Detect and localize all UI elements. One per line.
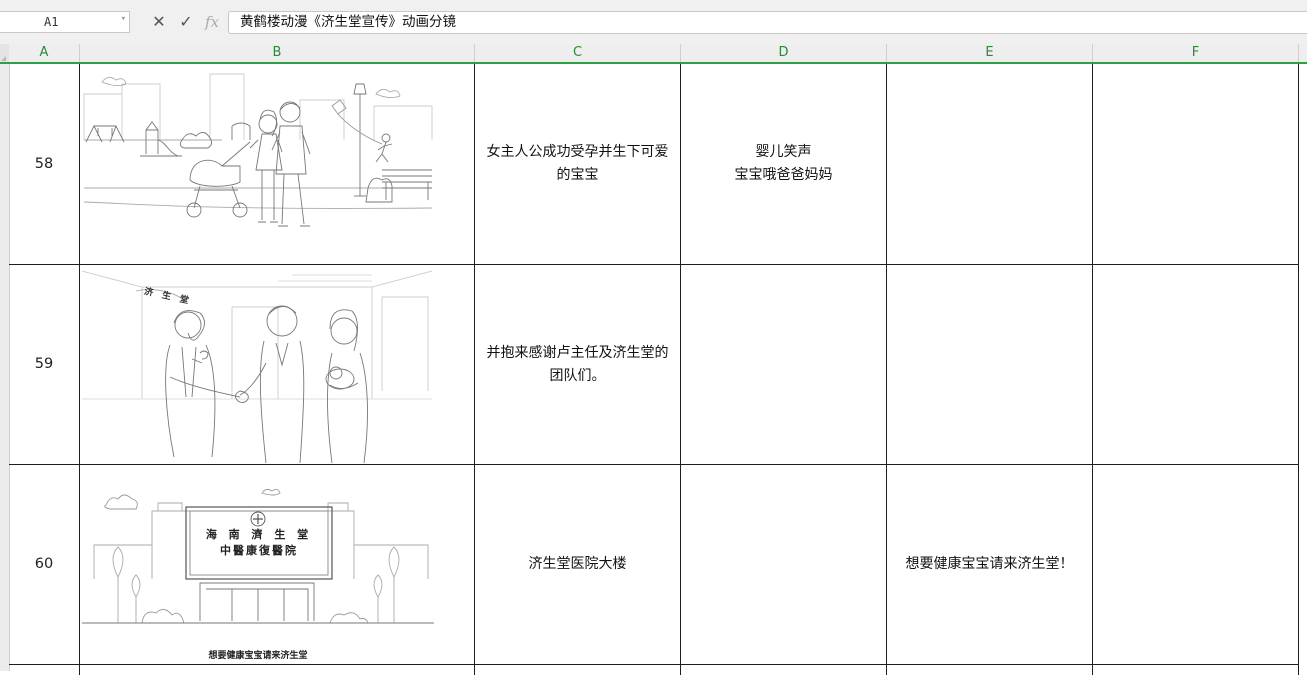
name-box[interactable]: A1 ▾ — [0, 11, 130, 33]
column-header-d[interactable]: D — [681, 44, 887, 62]
cell-d60[interactable] — [681, 465, 887, 665]
cell-f60[interactable] — [1093, 465, 1299, 665]
hospital-building-sketch: 海 南 濟 生 堂 中醫康復醫院 想要健康宝宝请来济生堂 — [82, 467, 434, 663]
column-header-c[interactable]: C — [475, 44, 681, 62]
cell-a61[interactable] — [9, 665, 80, 675]
sheet-grid: 58 女主人公成功受孕并生下可爱 的宝宝 婴儿笑声 宝宝哦爸爸妈妈 59 并抱来… — [0, 64, 1307, 675]
formula-input[interactable]: 黄鹤楼动漫《济生堂宣传》动画分镜 — [228, 11, 1307, 34]
cell-c59[interactable]: 并抱来感谢卢主任及济生堂的 团队们。 — [475, 265, 681, 465]
cell-e60[interactable]: 想要健康宝宝请来济生堂！ — [887, 465, 1093, 665]
cell-a58[interactable]: 58 — [9, 64, 80, 265]
column-header-e[interactable]: E — [887, 44, 1093, 62]
building-sign-line-1: 海 南 濟 生 堂 — [205, 528, 313, 541]
name-box-dropdown-icon[interactable]: ▾ — [121, 14, 126, 24]
cell-e58[interactable] — [887, 64, 1093, 265]
cell-e59[interactable] — [887, 265, 1093, 465]
column-header-a[interactable]: A — [9, 44, 80, 62]
close-icon[interactable]: ✕ — [148, 11, 170, 33]
cell-c61[interactable] — [475, 665, 681, 675]
cell-b61[interactable] — [80, 665, 475, 675]
cell-d59[interactable] — [681, 265, 887, 465]
cell-d61[interactable] — [681, 665, 887, 675]
column-header-b[interactable]: B — [80, 44, 475, 62]
doctor-handshake-sketch: 济 生 堂 — [82, 267, 432, 463]
cell-f58[interactable] — [1093, 64, 1299, 265]
cell-d58[interactable]: 婴儿笑声 宝宝哦爸爸妈妈 — [681, 64, 887, 265]
column-header-f[interactable]: F — [1093, 44, 1299, 62]
cell-f61[interactable] — [1093, 665, 1299, 675]
building-sign-line-2: 中醫康復醫院 — [220, 544, 298, 557]
cell-e61[interactable] — [887, 665, 1093, 675]
name-box-value: A1 — [44, 15, 59, 29]
cell-c60[interactable]: 济生堂医院大楼 — [475, 465, 681, 665]
cell-a59[interactable]: 59 — [9, 265, 80, 465]
function-icon[interactable]: fx — [201, 11, 223, 33]
cell-f59[interactable] — [1093, 265, 1299, 465]
select-all-corner[interactable] — [0, 44, 9, 62]
check-icon[interactable]: ✓ — [175, 11, 197, 33]
column-header-row: A B C D E F — [0, 44, 1307, 64]
cell-c58[interactable]: 女主人公成功受孕并生下可爱 的宝宝 — [475, 64, 681, 265]
park-family-stroller-sketch — [82, 70, 434, 236]
formula-bar: A1 ▾ ✕ ✓ fx 黄鹤楼动漫《济生堂宣传》动画分镜 — [0, 0, 1307, 45]
sketch-caption: 想要健康宝宝请来济生堂 — [208, 651, 308, 661]
cell-a60[interactable]: 60 — [9, 465, 80, 665]
